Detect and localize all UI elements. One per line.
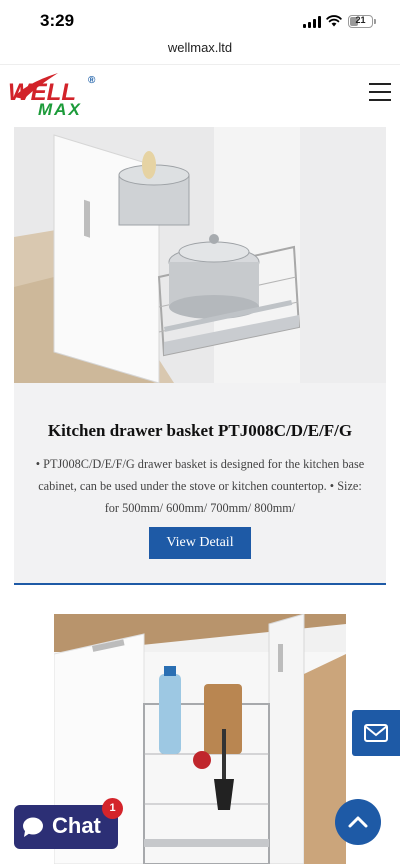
cellular-signal-icon: [303, 16, 321, 28]
status-bar: 3:29 21: [0, 0, 400, 42]
envelope-icon: [364, 724, 388, 742]
product-description: • PTJ008C/D/E/F/G drawer basket is desig…: [35, 457, 365, 515]
product-image-drawer-basket[interactable]: [14, 127, 386, 383]
registered-mark: ®: [88, 75, 96, 86]
contact-mail-button[interactable]: [352, 710, 400, 756]
chat-bubble-icon: [23, 817, 43, 837]
battery-level: 21: [355, 15, 366, 25]
chat-label: Chat: [52, 813, 101, 838]
hamburger-menu-icon[interactable]: [369, 83, 391, 101]
chat-notification-badge: 1: [102, 798, 123, 819]
product-title[interactable]: Kitchen drawer basket PTJ008C/D/E/F/G: [14, 421, 386, 441]
wellmax-logo[interactable]: WELL MAX ®: [8, 71, 100, 121]
browser-url[interactable]: wellmax.ltd: [0, 40, 400, 62]
wifi-icon: [326, 15, 342, 27]
site-header: WELL MAX ®: [0, 64, 400, 122]
view-detail-button[interactable]: View Detail: [149, 527, 251, 559]
status-time: 3:29: [40, 11, 75, 30]
battery-icon: 21: [348, 15, 376, 28]
logo-text-max: MAX: [38, 100, 82, 119]
product-card: Kitchen drawer basket PTJ008C/D/E/F/G • …: [14, 127, 386, 585]
scroll-top-button[interactable]: [335, 799, 381, 845]
chevron-up-icon: [348, 816, 368, 828]
